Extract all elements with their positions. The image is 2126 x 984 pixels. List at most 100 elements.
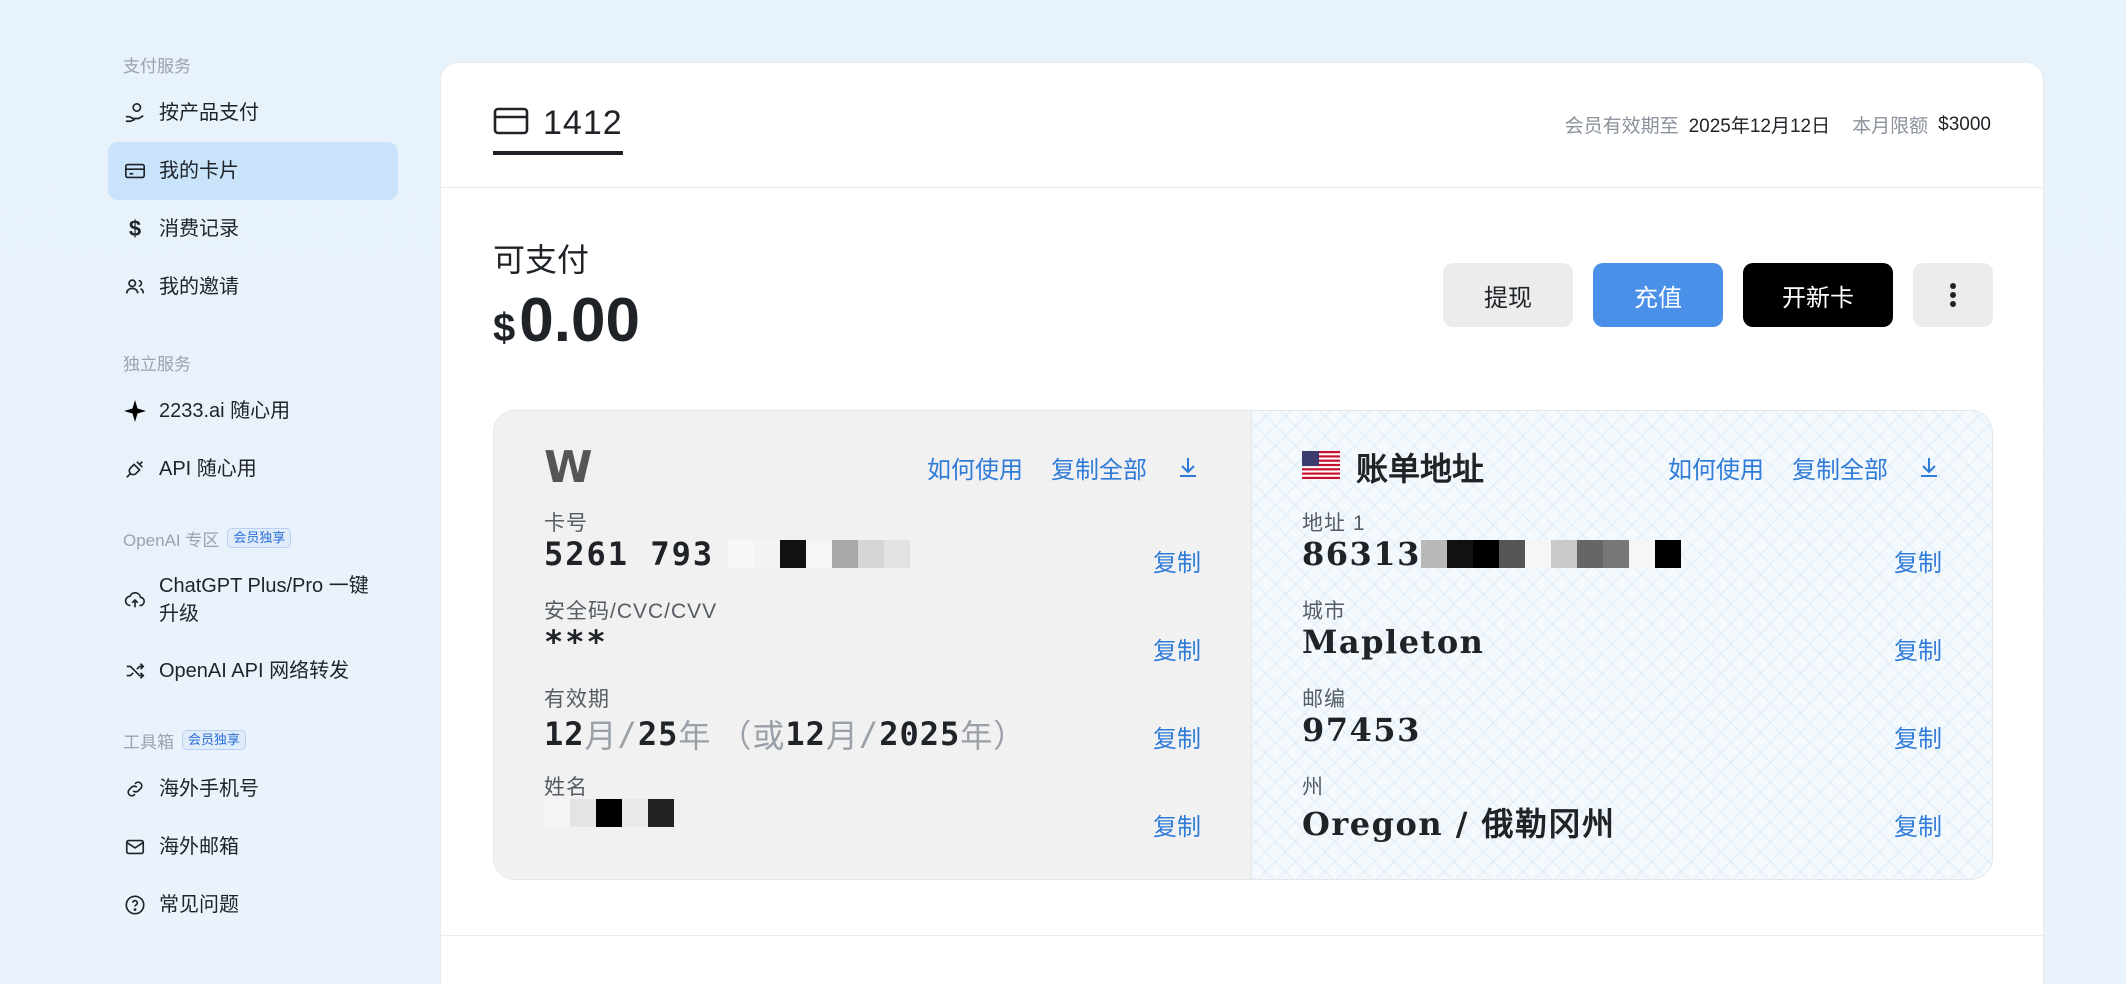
topup-button[interactable]: 充值 [1593,263,1723,327]
state-value: Oregon / 俄勒冈州 [1302,805,1616,843]
card-brand-logo: W [544,441,593,493]
download-icon[interactable] [1916,454,1942,480]
state-field: 州 Oregon / 俄勒冈州 复制 [1302,771,1942,851]
member-badge: 会员独享 [227,528,292,548]
how-to-use-link[interactable]: 如何使用 [1668,450,1764,485]
tab-card[interactable]: 1412 [493,99,623,155]
zip-value: 97453 [1302,711,1421,749]
billing-address-section: 账单地址 如何使用 复制全部 地址 1 86313 复制 城市 Mapleton… [1252,411,1992,879]
sidebar-item-invites[interactable]: 我的邀请 [108,258,398,316]
address-label: 地址 1 [1302,512,1366,535]
sidebar: 支付服务 按产品支付 我的卡片 $ 消费记录 我的邀请 独立服务 2233.ai… [108,50,398,934]
card-number-label: 卡号 [544,512,588,535]
copy-all-link[interactable]: 复制全部 [1792,450,1888,485]
currency-symbol: $ [493,306,516,350]
plug-icon [123,457,147,481]
section-divider [441,935,2043,936]
sidebar-item-label: 我的卡片 [159,160,239,182]
link-icon [123,777,147,801]
card-icon [493,106,529,141]
sidebar-item-label: API 随心用 [159,458,257,480]
membership-info: 会员有效期至 2025年12月12日 本月限额 $3000 [1565,111,1991,138]
sidebar-item-label: ChatGPT Plus/Pro 一键升级 [159,575,369,625]
cvc-field: 安全码/CVC/CVV *** 复制 [544,595,1201,675]
copy-address-button[interactable]: 复制 [1894,543,1942,578]
copy-cvc-button[interactable]: 复制 [1153,631,1201,666]
card-details: W 如何使用 复制全部 卡号 5261 793 复制 安全码/CVC/CVV *… [493,410,1993,880]
redacted-mosaic [1420,540,1681,568]
sidebar-item-overseas-phone[interactable]: 海外手机号 [108,760,398,818]
sidebar-item-spending[interactable]: $ 消费记录 [108,200,398,258]
balance-label: 可支付 [493,242,590,278]
member-badge: 会员独享 [182,730,247,750]
sidebar-item-label: 常见问题 [159,894,239,916]
card-icon [123,159,147,183]
card-info-header: W 如何使用 复制全部 [544,442,1201,493]
copy-city-button[interactable]: 复制 [1894,631,1942,666]
billing-title: 账单地址 [1356,451,1485,487]
copy-state-button[interactable]: 复制 [1894,807,1942,842]
shuffle-icon [123,659,147,683]
copy-all-link[interactable]: 复制全部 [1051,450,1147,485]
copy-name-button[interactable]: 复制 [1153,807,1201,842]
sidebar-item-my-cards[interactable]: 我的卡片 [108,142,398,200]
sidebar-item-label: 2233.ai 随心用 [159,400,291,422]
sidebar-item-faq[interactable]: 常见问题 [108,876,398,934]
sidebar-item-label: 我的邀请 [159,276,239,298]
section-label-text: 支付服务 [123,56,191,76]
section-label-text: 独立服务 [123,354,191,374]
withdraw-button[interactable]: 提现 [1443,263,1573,327]
new-card-button[interactable]: 开新卡 [1743,263,1893,327]
section-label-openai: OpenAI 专区 会员独享 [108,524,398,552]
dollar-icon: $ [128,216,142,241]
copy-card-number-button[interactable]: 复制 [1153,543,1201,578]
exp-alt-year: 2025 [879,715,961,753]
name-value [544,799,674,827]
section-label-toolbox: 工具箱 会员独享 [108,726,398,754]
expiry-value: 2025年12月12日 [1688,116,1831,137]
copy-zip-button[interactable]: 复制 [1894,719,1942,754]
redacted-mosaic [544,799,674,827]
sidebar-item-chatgpt-upgrade[interactable]: ChatGPT Plus/Pro 一键升级 [108,558,398,642]
section-label-text: OpenAI 专区 [123,530,220,550]
sparkle-icon [123,399,147,423]
exp-year-unit: 年 [678,717,712,755]
card-number-value: 5261 793 [544,535,911,573]
name-label: 姓名 [544,776,588,799]
more-vertical-icon [1950,283,1956,307]
section-label-payment: 支付服务 [108,50,398,78]
city-label: 城市 [1302,600,1346,623]
limit-value: $3000 [1938,113,1991,135]
exp-year: 25 [637,715,679,753]
sidebar-item-overseas-email[interactable]: 海外邮箱 [108,818,398,876]
sidebar-item-pay-by-product[interactable]: 按产品支付 [108,84,398,142]
exp-month: 12 [544,715,585,753]
sidebar-item-openai-api-proxy[interactable]: OpenAI API 网络转发 [108,642,398,700]
balance-value: 0.00 [519,286,640,355]
users-icon [123,275,147,299]
name-field: 姓名 复制 [544,771,1201,851]
download-icon[interactable] [1175,454,1201,480]
balance-amount: $ 0.00 [493,285,640,356]
panel-header: 1412 会员有效期至 2025年12月12日 本月限额 $3000 [441,63,2043,188]
cvc-label: 安全码/CVC/CVV [544,600,718,623]
exp-month-unit: 月 [584,717,618,755]
card-number-field: 卡号 5261 793 复制 [544,507,1201,587]
exp-alt-year-unit: 年） [960,717,1027,755]
exp-sep: / [617,715,638,753]
address-field: 地址 1 86313 复制 [1302,507,1942,587]
sidebar-item-label: 海外邮箱 [159,836,239,858]
how-to-use-link[interactable]: 如何使用 [927,450,1023,485]
section-label-standalone: 独立服务 [108,348,398,376]
copy-expiry-button[interactable]: 复制 [1153,719,1201,754]
cvc-value: *** [544,623,608,661]
city-value: Mapleton [1302,623,1485,661]
sidebar-item-2233ai[interactable]: 2233.ai 随心用 [108,382,398,440]
card-info-section: W 如何使用 复制全部 卡号 5261 793 复制 安全码/CVC/CVV *… [494,411,1252,879]
sidebar-item-api[interactable]: API 随心用 [108,440,398,498]
city-field: 城市 Mapleton 复制 [1302,595,1942,675]
redacted-mosaic [728,540,911,568]
address-text: 86313 [1302,535,1421,573]
more-menu-button[interactable] [1913,263,1993,327]
exp-alt-month-unit: 月 [825,717,859,755]
